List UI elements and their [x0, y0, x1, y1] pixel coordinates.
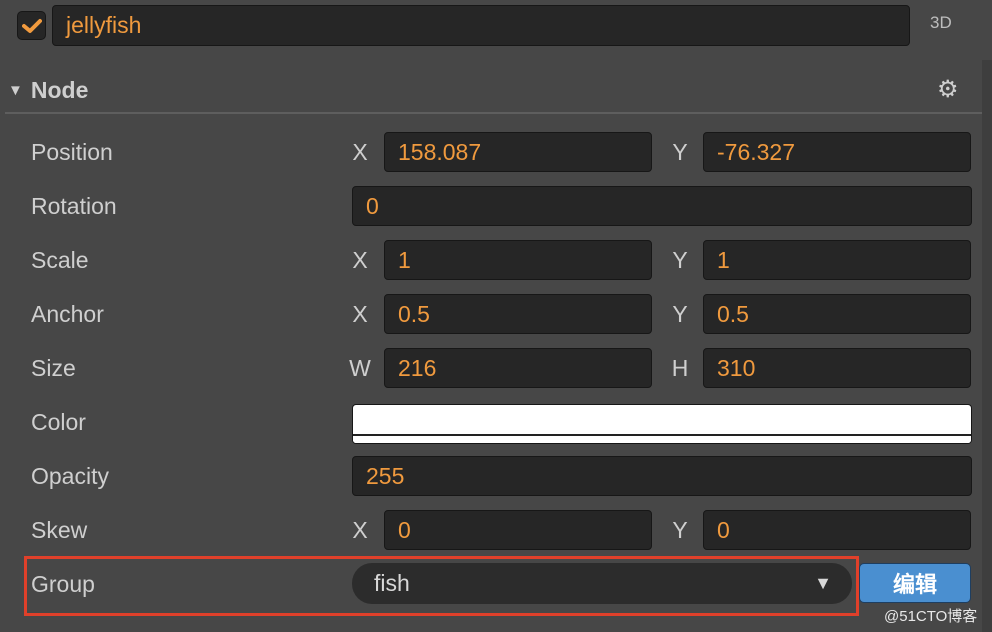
opacity-input[interactable]: 255	[352, 456, 972, 496]
color-picker[interactable]	[352, 404, 972, 444]
scrollbar[interactable]	[982, 60, 992, 632]
skew-label: Skew	[31, 516, 88, 543]
position-b-input[interactable]: -76.327	[703, 132, 971, 172]
position-axis-a-label: X	[352, 138, 368, 165]
skew-axis-b-label: Y	[672, 516, 688, 543]
anchor-axis-a-label: X	[352, 300, 368, 327]
size-axis-a-label: W	[349, 354, 371, 381]
scale-label: Scale	[31, 246, 89, 273]
position-label: Position	[31, 138, 113, 165]
scale-b-input[interactable]: 1	[703, 240, 971, 280]
color-label: Color	[31, 408, 86, 435]
gear-icon[interactable]: ⚙	[937, 75, 959, 104]
collapse-triangle-icon: ▼	[8, 81, 23, 99]
rotation-label: Rotation	[31, 192, 117, 219]
section-header-node[interactable]: ▼ Node	[8, 76, 88, 104]
anchor-axis-b-label: Y	[672, 300, 688, 327]
skew-b-input[interactable]: 0	[703, 510, 971, 550]
size-axis-b-label: H	[671, 354, 689, 381]
checkmark-icon	[21, 18, 42, 33]
anchor-b-input[interactable]: 0.5	[703, 294, 971, 334]
scale-a-input[interactable]: 1	[384, 240, 652, 280]
size-a-input[interactable]: 216	[384, 348, 652, 388]
section-title: Node	[30, 76, 89, 103]
rotation-input[interactable]: 0	[352, 186, 972, 226]
size-b-input[interactable]: 310	[703, 348, 971, 388]
alpha-bar	[353, 434, 971, 443]
dropdown-arrow-icon: ▼	[814, 573, 832, 593]
group-select[interactable]: fish ▼	[352, 563, 852, 604]
position-a-input[interactable]: 158.087	[384, 132, 652, 172]
size-label: Size	[31, 354, 76, 381]
watermark: @51CTO博客	[884, 608, 978, 625]
skew-axis-a-label: X	[352, 516, 368, 543]
position-axis-b-label: Y	[672, 138, 688, 165]
enable-checkbox[interactable]	[17, 11, 46, 40]
group-label: Group	[31, 570, 95, 597]
scale-axis-b-label: Y	[672, 246, 688, 273]
anchor-label: Anchor	[31, 300, 104, 327]
group-select-value: fish	[374, 570, 410, 596]
scale-axis-a-label: X	[352, 246, 368, 273]
node-name-input[interactable]: jellyfish	[52, 5, 910, 46]
3d-toggle[interactable]: 3D	[930, 13, 952, 33]
anchor-a-input[interactable]: 0.5	[384, 294, 652, 334]
edit-group-button[interactable]: 编辑	[859, 563, 971, 603]
divider	[5, 112, 985, 114]
skew-a-input[interactable]: 0	[384, 510, 652, 550]
opacity-label: Opacity	[31, 462, 109, 489]
